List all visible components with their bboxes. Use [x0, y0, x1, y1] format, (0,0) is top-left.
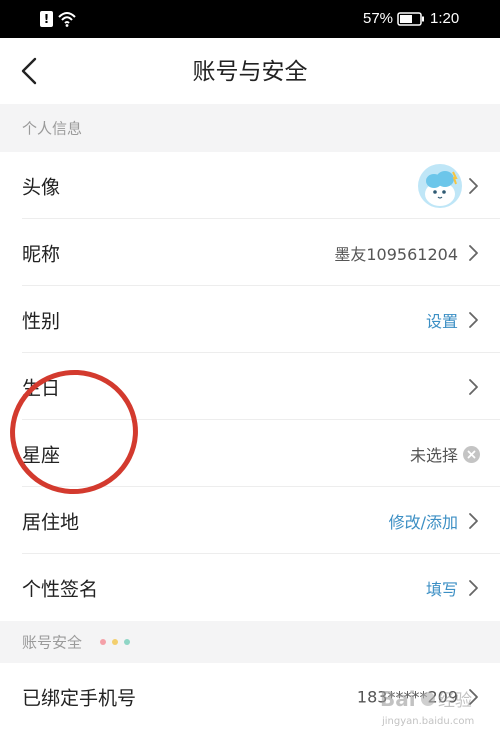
row-gender[interactable]: 性别 设置: [0, 286, 500, 353]
row-nickname[interactable]: 昵称 墨友109561204: [0, 219, 500, 286]
chevron-right-icon: [469, 512, 478, 529]
residence-value: 修改/添加: [388, 512, 458, 532]
row-label: 头像: [22, 176, 61, 198]
row-label: 昵称: [22, 243, 61, 265]
watermark-brand-cn: 经验: [438, 691, 472, 711]
alert-icon: !: [40, 11, 53, 27]
avatar: [418, 163, 462, 208]
page-title: 账号与安全: [192, 59, 308, 85]
signature-value: 填写: [425, 579, 458, 599]
battery-percent: 57%: [363, 10, 394, 27]
row-label: 已绑定手机号: [22, 687, 137, 709]
section-title: 账号安全: [22, 633, 83, 652]
zodiac-value: 未选择: [409, 445, 458, 465]
gender-value: 设置: [425, 311, 458, 331]
chevron-right-icon: [469, 579, 478, 596]
chevron-right-icon: [469, 244, 478, 261]
dot-yellow: [112, 639, 118, 645]
dot-pink: [100, 639, 106, 645]
section-header-account-security: 账号安全: [0, 621, 500, 663]
clock: 1:20: [430, 10, 460, 27]
row-label: 个性签名: [22, 578, 99, 600]
clear-icon[interactable]: [463, 445, 480, 463]
chevron-right-icon: [469, 177, 478, 194]
wifi-icon: [58, 12, 76, 27]
row-label: 性别: [22, 310, 61, 332]
nickname-value: 墨友109561204: [334, 244, 458, 264]
nav-bar: 账号与安全: [0, 38, 500, 104]
row-residence[interactable]: 居住地 修改/添加: [0, 487, 500, 554]
dot-green: [124, 639, 130, 645]
section-title: 个人信息: [22, 119, 83, 138]
watermark-url: jingyan.baidu.com: [381, 716, 474, 727]
watermark-brand: Bai: [380, 687, 416, 711]
status-bar: ! 57% 1:20: [0, 0, 500, 38]
battery-icon: [397, 12, 424, 26]
baidu-watermark: Bai 经验 jingyan.baidu.com: [378, 682, 490, 732]
row-label: 居住地: [22, 511, 80, 533]
section-header-personal-info: 个人信息: [0, 104, 500, 152]
chevron-right-icon: [469, 378, 478, 395]
decorative-dots: [100, 639, 130, 645]
chevron-right-icon: [469, 311, 478, 328]
row-signature[interactable]: 个性签名 填写: [0, 554, 500, 621]
row-avatar[interactable]: 头像: [0, 152, 500, 219]
